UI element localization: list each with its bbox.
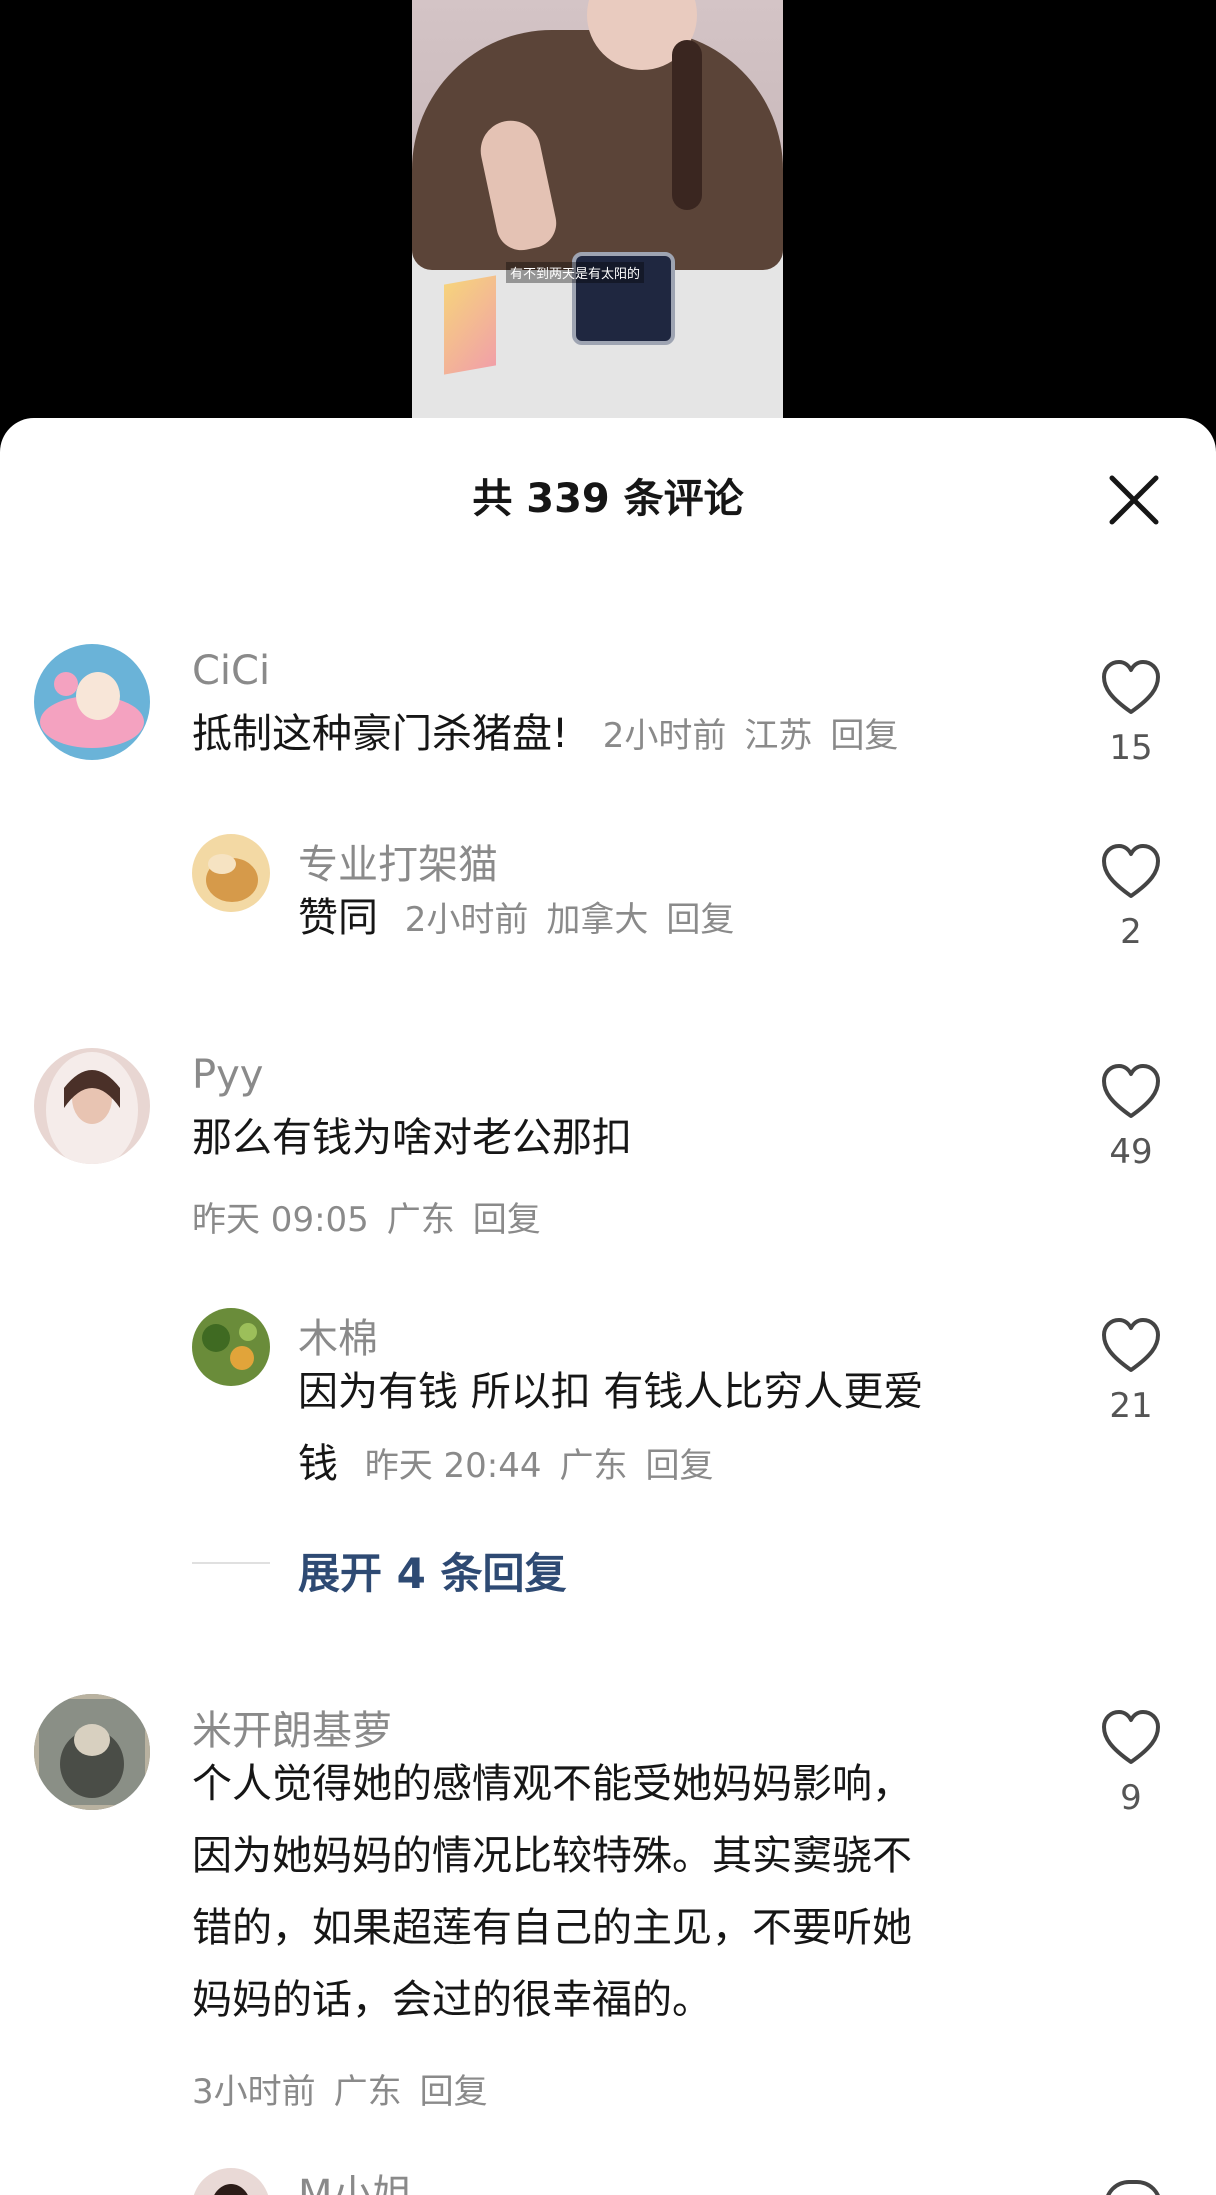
reply-button[interactable]: 回复 bbox=[666, 900, 734, 940]
comment-location: 江苏 bbox=[744, 716, 813, 756]
avatar[interactable] bbox=[34, 1694, 150, 1810]
comment-body: 那么有钱为啥对老公那扣 bbox=[192, 1115, 632, 1161]
video-braid bbox=[672, 40, 702, 210]
like-count: 2 bbox=[1120, 912, 1142, 952]
avatar[interactable] bbox=[192, 834, 270, 912]
like-count: 21 bbox=[1109, 1386, 1153, 1426]
comment-body-line-2: 钱 bbox=[298, 1441, 338, 1487]
comment-location: 广东 bbox=[386, 1200, 455, 1240]
avatar[interactable] bbox=[34, 644, 150, 760]
comment-time: 2小时前 bbox=[404, 900, 529, 940]
reply-button[interactable]: 回复 bbox=[473, 1200, 541, 1240]
like-button[interactable]: 9 bbox=[1094, 1710, 1168, 1818]
video-caption: 有不到两天是有太阳的 bbox=[506, 262, 645, 283]
comment-location: 加拿大 bbox=[546, 900, 649, 940]
reply-button[interactable]: 回复 bbox=[646, 1446, 714, 1486]
comment-text: 因为有钱 所以扣 有钱人比穷人更爱 钱 昨天 20:44 广东 回复 bbox=[298, 1356, 1038, 1502]
heart-outline-icon bbox=[1102, 1064, 1160, 1118]
comment-body-line: 错的，如果超莲有自己的主见，不要听她 bbox=[192, 1905, 912, 1951]
comment-username[interactable]: M小姐 bbox=[298, 2162, 413, 2195]
comment-time: 2小时前 bbox=[602, 716, 727, 756]
reply-button[interactable]: 回复 bbox=[420, 2072, 488, 2112]
like-button[interactable]: 2 bbox=[1094, 844, 1168, 952]
comment-body: 抵制这种豪门杀猪盘! bbox=[192, 711, 569, 757]
like-count: 9 bbox=[1120, 1778, 1142, 1818]
like-button[interactable]: 21 bbox=[1094, 1318, 1168, 1426]
close-button[interactable] bbox=[1104, 470, 1164, 530]
reply-button[interactable]: 回复 bbox=[830, 716, 898, 756]
comment-sheet: 共 339 条评论 CiCi 抵制这种豪门杀猪盘! 2小时前 江苏 回复 15 … bbox=[0, 418, 1216, 2195]
comment-body: 赞同 bbox=[298, 895, 378, 941]
comment-count-title: 共 339 条评论 bbox=[472, 476, 744, 522]
video-person bbox=[412, 30, 783, 270]
avatar[interactable] bbox=[192, 1308, 270, 1386]
comment-location: 广东 bbox=[333, 2072, 402, 2112]
comment-text: 抵制这种豪门杀猪盘! 2小时前 江苏 回复 bbox=[192, 698, 916, 772]
comment-time: 3小时前 bbox=[192, 2072, 316, 2112]
comment-text: 个人觉得她的感情观不能受她妈妈影响， 因为她妈妈的情况比较特殊。其实窦骁不 错的… bbox=[192, 1748, 912, 2036]
heart-outline-icon bbox=[1102, 1710, 1160, 1764]
heart-outline-icon bbox=[1102, 844, 1160, 898]
heart-outline-icon bbox=[1102, 660, 1160, 714]
like-count: 15 bbox=[1109, 728, 1153, 768]
comment-body-line: 妈妈的话，会过的很幸福的。 bbox=[192, 1977, 712, 2023]
comment-time: 昨天 20:44 bbox=[364, 1446, 542, 1486]
comment-meta: 3小时前 广东 回复 bbox=[192, 2064, 506, 2113]
partial-like-outline bbox=[1104, 2180, 1162, 2195]
comment-location: 广东 bbox=[559, 1446, 628, 1486]
like-count: 49 bbox=[1109, 1132, 1153, 1172]
comment-username[interactable]: CiCi bbox=[192, 648, 270, 694]
video-frame[interactable]: 有不到两天是有太阳的 bbox=[412, 0, 783, 420]
comment-body-line: 个人觉得她的感情观不能受她妈妈影响， bbox=[192, 1761, 912, 1807]
avatar[interactable] bbox=[34, 1048, 150, 1164]
like-button[interactable]: 49 bbox=[1094, 1064, 1168, 1172]
close-icon bbox=[1109, 475, 1159, 525]
expand-replies-label[interactable]: 展开 4 条回复 bbox=[298, 1540, 566, 1601]
heart-outline-icon bbox=[1102, 1318, 1160, 1372]
comment-time: 昨天 09:05 bbox=[192, 1200, 369, 1240]
video-product-box bbox=[444, 275, 496, 375]
expand-divider bbox=[192, 1562, 270, 1564]
comment-body-line-1: 因为有钱 所以扣 有钱人比穷人更爱 bbox=[298, 1369, 924, 1415]
comment-body-line: 因为她妈妈的情况比较特殊。其实窦骁不 bbox=[192, 1833, 912, 1879]
comment-text: 赞同 2小时前 加拿大 回复 bbox=[298, 882, 752, 956]
avatar[interactable] bbox=[192, 2168, 270, 2195]
like-button[interactable]: 15 bbox=[1094, 660, 1168, 768]
comment-meta: 昨天 09:05 广东 回复 bbox=[192, 1192, 559, 1241]
comment-username[interactable]: Pyy bbox=[192, 1052, 263, 1098]
